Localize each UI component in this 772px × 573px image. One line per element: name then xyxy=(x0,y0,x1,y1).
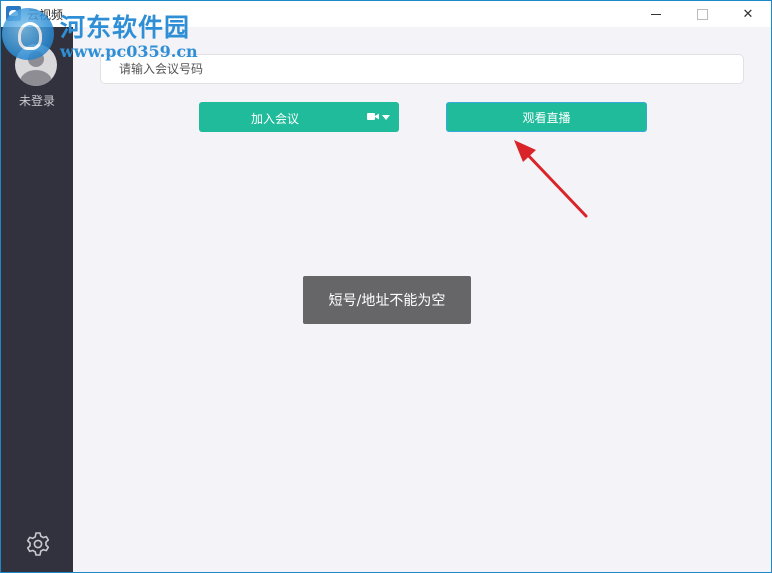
watch-live-label: 观看直播 xyxy=(522,110,571,125)
window-title: 云视频 xyxy=(27,8,64,22)
error-toast: 短号/地址不能为空 xyxy=(303,276,471,324)
app-window: 云视频 ✕ 未登录 加入会议 观看直播 xyxy=(0,0,772,573)
join-meeting-label: 加入会议 xyxy=(251,112,300,126)
meeting-number-input[interactable] xyxy=(100,54,744,84)
user-avatar-icon[interactable] xyxy=(15,44,57,86)
avatar-head xyxy=(28,51,44,67)
caret-down-icon[interactable] xyxy=(382,115,390,120)
close-icon: ✕ xyxy=(742,6,754,22)
login-status-label[interactable]: 未登录 xyxy=(1,92,73,109)
title-bar[interactable]: 云视频 ✕ xyxy=(1,1,771,27)
app-cloud-icon xyxy=(6,6,21,21)
maximize-icon xyxy=(696,8,708,20)
close-button[interactable]: ✕ xyxy=(725,1,771,27)
watch-live-button[interactable]: 观看直播 xyxy=(446,102,647,132)
gear-icon[interactable] xyxy=(25,531,51,557)
video-camera-icon xyxy=(367,113,379,120)
minimize-button[interactable] xyxy=(633,1,679,27)
avatar-body xyxy=(20,70,52,86)
join-meeting-button[interactable]: 加入会议 xyxy=(199,102,399,132)
sidebar: 未登录 xyxy=(1,27,73,572)
maximize-button[interactable] xyxy=(679,1,725,27)
minimize-icon xyxy=(651,13,661,15)
toast-message: 短号/地址不能为空 xyxy=(328,293,446,309)
red-arrow-annotation xyxy=(514,140,588,218)
